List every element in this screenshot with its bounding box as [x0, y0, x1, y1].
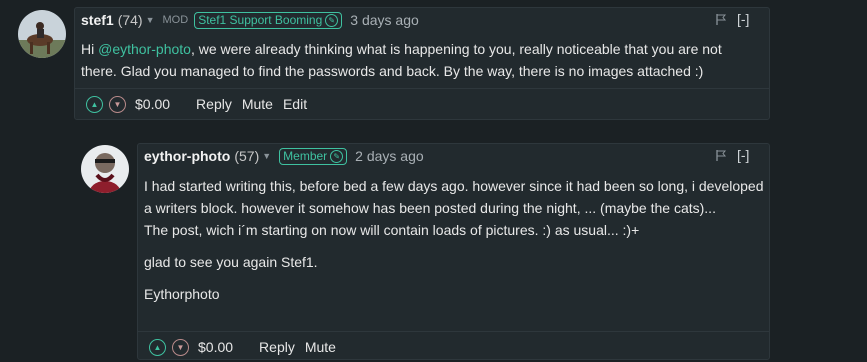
- comment-footer: ▲ ▼ $0.00 Reply Mute Edit: [75, 88, 769, 119]
- upvote-icon[interactable]: ▲: [86, 95, 103, 113]
- comment-body: Hi @eythor-photo, we were already thinki…: [81, 38, 761, 82]
- user-mention-link[interactable]: @eythor-photo: [98, 41, 191, 57]
- community-badge[interactable]: Stef1 Support Booming ✎: [194, 11, 343, 29]
- body-paragraph: I had started writing this, before bed a…: [144, 178, 764, 216]
- author-menu-chevron-down-icon[interactable]: ▼: [262, 151, 271, 161]
- author-menu-chevron-down-icon[interactable]: ▼: [146, 15, 155, 25]
- comment-header: eythor-photo (57) ▼ Member ✎ 2 days ago: [144, 144, 424, 168]
- comment-card: eythor-photo (57) ▼ Member ✎ 2 days ago …: [137, 143, 770, 360]
- pencil-icon: ✎: [330, 149, 344, 163]
- comment-card: stef1 (74) ▼ MOD Stef1 Support Booming ✎…: [74, 7, 770, 120]
- pencil-icon: ✎: [325, 13, 339, 27]
- downvote-icon[interactable]: ▼: [172, 338, 189, 356]
- avatar[interactable]: [18, 10, 66, 58]
- reply-button[interactable]: Reply: [259, 339, 295, 355]
- comment-header: stef1 (74) ▼ MOD Stef1 Support Booming ✎…: [81, 8, 419, 32]
- body-paragraph: Eythorphoto: [144, 286, 220, 302]
- avatar[interactable]: [81, 145, 129, 193]
- body-text-start: Hi: [81, 41, 99, 57]
- timestamp[interactable]: 2 days ago: [355, 148, 424, 164]
- badge-label: Stef1 Support Booming: [198, 12, 323, 27]
- body-paragraph: The post, wich i´m starting on now will …: [144, 222, 640, 238]
- mute-button[interactable]: Mute: [242, 96, 273, 112]
- mute-button[interactable]: Mute: [305, 339, 336, 355]
- community-badge[interactable]: Member ✎: [279, 147, 348, 165]
- body-paragraph: glad to see you again Stef1.: [144, 254, 318, 270]
- edit-button[interactable]: Edit: [283, 96, 307, 112]
- downvote-icon[interactable]: ▼: [109, 95, 126, 113]
- collapse-toggle[interactable]: [-]: [737, 11, 749, 27]
- badge-label: Member: [283, 148, 328, 163]
- flag-icon[interactable]: [715, 13, 727, 26]
- payout-amount[interactable]: $0.00: [198, 339, 233, 355]
- flag-icon[interactable]: [715, 149, 727, 162]
- collapse-toggle[interactable]: [-]: [737, 147, 749, 163]
- reply-button[interactable]: Reply: [196, 96, 232, 112]
- payout-amount[interactable]: $0.00: [135, 96, 170, 112]
- upvote-icon[interactable]: ▲: [149, 338, 166, 356]
- comment-body: I had started writing this, before bed a…: [144, 175, 766, 305]
- author-reputation: (74): [117, 12, 143, 28]
- author-name[interactable]: stef1: [81, 12, 114, 28]
- moderator-label: MOD: [162, 14, 189, 26]
- timestamp[interactable]: 3 days ago: [350, 12, 419, 28]
- author-name[interactable]: eythor-photo: [144, 148, 230, 164]
- author-reputation: (57): [234, 148, 260, 164]
